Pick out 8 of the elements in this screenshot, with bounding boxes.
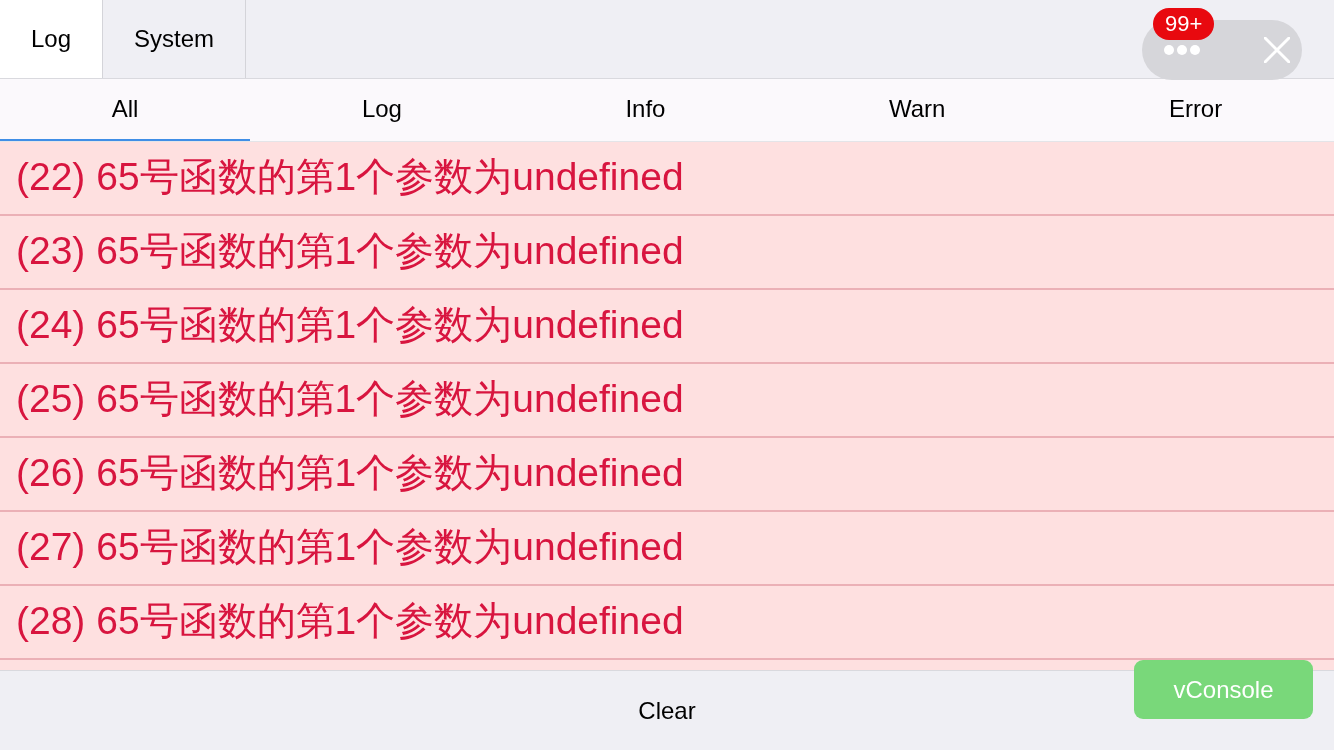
filter-tab[interactable]: Info: [513, 79, 778, 141]
tab[interactable]: Log: [0, 0, 104, 78]
filter-tab[interactable]: Error: [1057, 79, 1334, 141]
notification-badge: 99+: [1153, 8, 1215, 40]
close-icon[interactable]: [1264, 37, 1290, 63]
more-icon[interactable]: [1164, 45, 1200, 55]
filter-tab[interactable]: Log: [250, 79, 514, 141]
filter-tab[interactable]: Warn: [777, 79, 1058, 141]
